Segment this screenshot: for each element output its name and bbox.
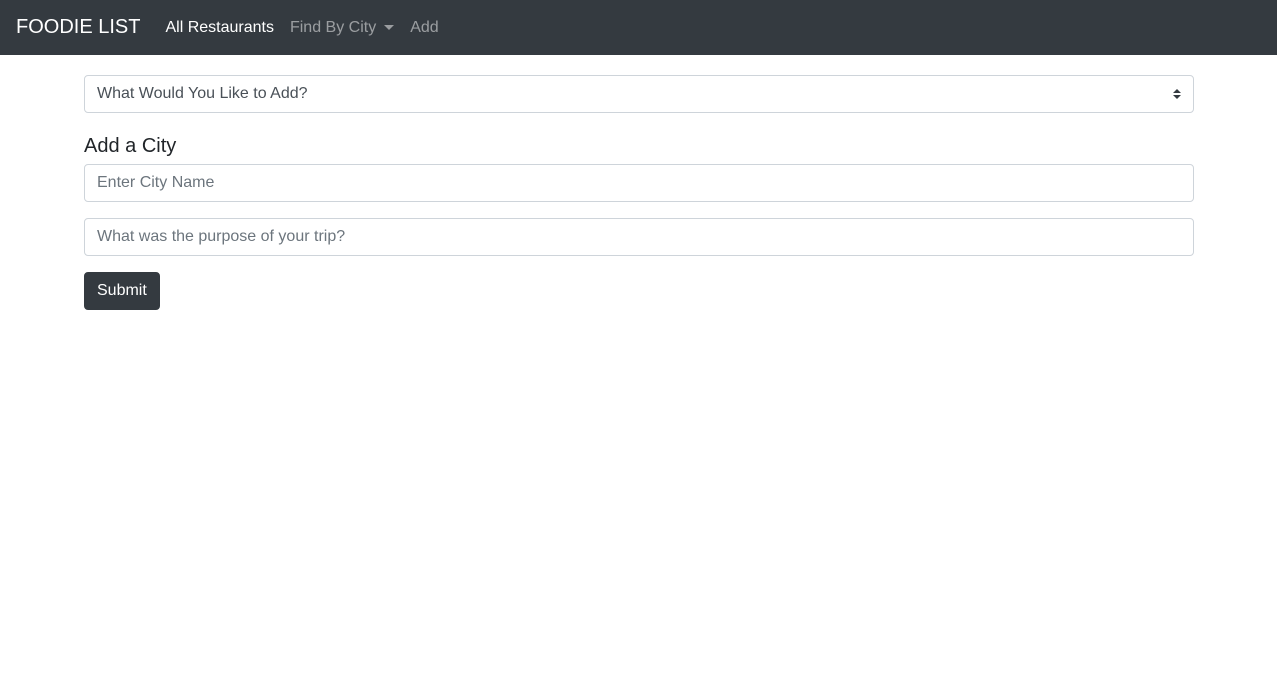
nav-dropdown-find-by-city[interactable]: Find By City bbox=[289, 18, 395, 37]
city-name-input[interactable] bbox=[84, 164, 1194, 202]
submit-button[interactable]: Submit bbox=[84, 272, 160, 310]
select-arrows-icon bbox=[1173, 89, 1181, 99]
brand-logo[interactable]: FOODIE LIST bbox=[16, 16, 140, 39]
nav-dropdown-label: Find By City bbox=[289, 18, 377, 36]
navbar: FOODIE LIST All Restaurants Find By City… bbox=[0, 0, 1277, 55]
nav-link-add[interactable]: Add bbox=[410, 19, 438, 37]
add-type-select[interactable]: What Would You Like to Add? bbox=[84, 75, 1194, 113]
caret-down-icon bbox=[384, 25, 395, 30]
form-heading: Add a City bbox=[84, 135, 177, 157]
trip-purpose-input[interactable] bbox=[84, 218, 1194, 256]
nav-link-all-restaurants[interactable]: All Restaurants bbox=[165, 19, 274, 37]
main-content: What Would You Like to Add? Add a City S… bbox=[84, 75, 1194, 310]
select-value: What Would You Like to Add? bbox=[97, 85, 308, 102]
